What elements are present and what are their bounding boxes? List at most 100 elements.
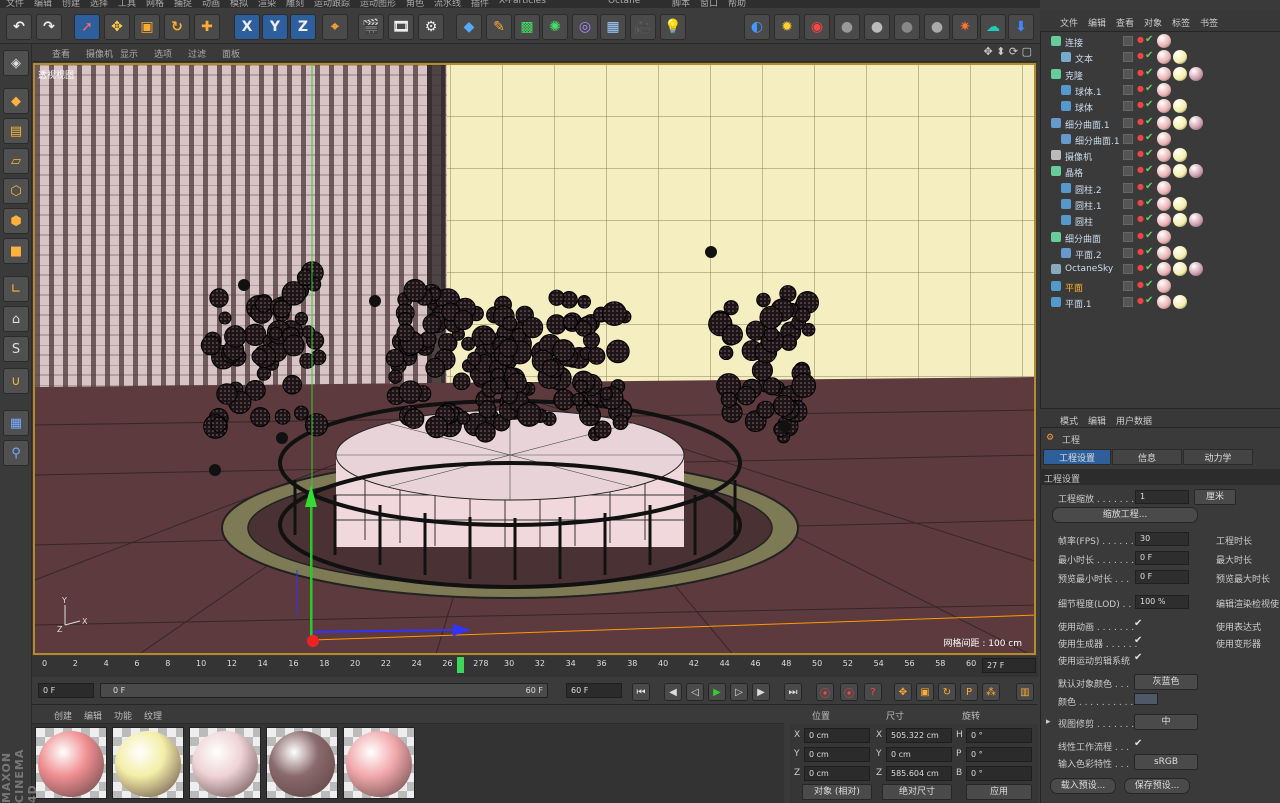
menu-item[interactable]: 雕刻 <box>286 0 304 8</box>
coordinate-mode-select[interactable]: 对象 (相对) <box>802 784 872 800</box>
object-row[interactable]: 圆柱.2 ● ✔ <box>1041 180 1280 197</box>
material-tag[interactable] <box>1173 66 1187 81</box>
editor-render-dots[interactable]: ● <box>1137 68 1144 77</box>
octane-glossy-icon[interactable]: ● <box>864 14 890 40</box>
render-settings-icon[interactable]: ⚙ <box>418 14 444 40</box>
timeline-playhead[interactable] <box>457 657 464 673</box>
material-tag[interactable] <box>1173 245 1187 260</box>
visibility-toggle[interactable] <box>1123 166 1133 177</box>
model-mode-icon[interactable]: ◆ <box>3 88 29 114</box>
visibility-toggle[interactable] <box>1123 247 1133 258</box>
attribute-menu-item[interactable]: 用户数据 <box>1116 414 1152 427</box>
visibility-toggle[interactable] <box>1123 117 1133 128</box>
editor-render-dots[interactable]: ● <box>1137 231 1144 240</box>
x-axis-button[interactable]: X <box>234 14 260 40</box>
material-tag[interactable] <box>1157 82 1171 97</box>
object-row[interactable]: 细分曲面.1 ● ✔ <box>1041 131 1280 148</box>
visibility-toggle[interactable] <box>1123 52 1133 63</box>
material-tag[interactable] <box>1157 278 1171 293</box>
material-tag[interactable] <box>1157 213 1171 228</box>
use-motion-system-checkbox[interactable]: ✔ <box>1134 652 1142 663</box>
enabled-check-icon[interactable]: ✔ <box>1145 181 1153 192</box>
visibility-toggle[interactable] <box>1123 199 1133 209</box>
enabled-check-icon[interactable]: ✔ <box>1145 279 1153 290</box>
menu-item[interactable]: 模拟 <box>230 0 248 8</box>
editor-render-dots[interactable]: ● <box>1137 247 1144 256</box>
floor-icon[interactable]: ▦ <box>600 14 626 40</box>
material-tag[interactable] <box>1157 148 1171 163</box>
menu-item[interactable]: 帮助 <box>728 0 746 8</box>
workplane-icon[interactable]: ▱ <box>3 148 29 174</box>
magnet-icon[interactable]: ∪ <box>3 368 29 394</box>
axis-mode-icon[interactable]: ∟ <box>3 276 29 302</box>
size-mode-select[interactable]: 绝对尺寸 <box>882 784 952 800</box>
render-picture-viewer-icon[interactable]: 🎞 <box>388 14 414 40</box>
menu-item[interactable]: 创建 <box>62 0 80 8</box>
use-generators-checkbox[interactable]: ✔ <box>1134 635 1142 646</box>
polygons-mode-icon[interactable]: ■ <box>3 238 29 264</box>
current-frame-field[interactable]: 27 F <box>982 658 1036 673</box>
object-menu-item[interactable]: 书签 <box>1200 16 1218 29</box>
editor-render-dots[interactable]: ● <box>1137 84 1144 93</box>
rotation-field[interactable]: 0 ° <box>966 766 1032 781</box>
size-field[interactable]: 585.604 cm <box>886 766 952 781</box>
visibility-toggle[interactable] <box>1123 231 1133 242</box>
subdivision-icon[interactable]: ▩ <box>514 14 540 40</box>
material-tag[interactable] <box>1157 34 1171 48</box>
material-menu-item[interactable]: 功能 <box>114 709 132 722</box>
viewport-menu-item[interactable]: 摄像机 <box>86 47 113 60</box>
autokey-icon[interactable]: ⦿ <box>840 683 858 701</box>
use-animation-checkbox[interactable]: ✔ <box>1134 618 1142 629</box>
material-tag[interactable] <box>1157 131 1171 146</box>
material-tag[interactable] <box>1189 66 1203 81</box>
editor-render-dots[interactable]: ● <box>1137 263 1144 272</box>
visibility-toggle[interactable] <box>1123 215 1133 226</box>
editor-render-dots[interactable]: ● <box>1137 117 1144 126</box>
material-tag[interactable] <box>1157 245 1171 260</box>
material-tag[interactable] <box>1173 294 1187 309</box>
material-tag[interactable] <box>1157 99 1171 114</box>
view-clipping-select[interactable]: 中 <box>1134 714 1198 730</box>
material-tag[interactable] <box>1157 197 1171 211</box>
timeline-ruler[interactable]: 27 F 0 2 4 6 8 10 12 14 16 18 20 22 24 26 278 30 32 34 36 3… <box>32 656 1038 677</box>
material-swatch[interactable] <box>112 727 184 799</box>
material-tag[interactable] <box>1173 148 1187 163</box>
key-pla-icon[interactable]: ⁂ <box>982 683 1000 701</box>
lod-input[interactable]: 100 % <box>1135 595 1189 609</box>
input-color-profile-select[interactable]: sRGB <box>1134 754 1198 770</box>
default-color-select[interactable]: 灰蓝色 <box>1134 674 1198 690</box>
octane-light-icon[interactable]: ✷ <box>952 14 978 40</box>
editor-render-dots[interactable]: ● <box>1137 214 1144 223</box>
save-preset-button[interactable]: 保存预设... <box>1124 778 1190 794</box>
visibility-toggle[interactable] <box>1123 36 1133 46</box>
scale-tool-icon[interactable]: ▣ <box>134 14 160 40</box>
menu-item[interactable]: 文件 <box>6 0 24 8</box>
redo-icon[interactable]: ↷ <box>36 14 62 40</box>
enabled-check-icon[interactable]: ✔ <box>1145 197 1153 208</box>
octane-specular-icon[interactable]: ● <box>894 14 920 40</box>
octane-settings-icon[interactable]: ✹ <box>774 14 800 40</box>
object-row[interactable]: 平面.2 ● ✔ <box>1041 245 1280 262</box>
size-field[interactable]: 0 cm <box>886 747 952 762</box>
y-axis-button[interactable]: Y <box>262 14 288 40</box>
attribute-menu-item[interactable]: 模式 <box>1060 414 1078 427</box>
previous-frame-icon[interactable]: ◁ <box>686 683 704 701</box>
editor-render-dots[interactable]: ● <box>1137 296 1144 305</box>
material-swatch[interactable] <box>189 727 261 799</box>
preview-min-input[interactable]: 0 F <box>1135 570 1189 584</box>
array-icon[interactable]: ✺ <box>542 14 568 40</box>
object-menu-item[interactable]: 编辑 <box>1088 16 1106 29</box>
enabled-check-icon[interactable]: ✔ <box>1145 246 1153 257</box>
pen-icon[interactable]: ✎ <box>486 14 512 40</box>
tab-info[interactable]: 信息 <box>1112 449 1182 465</box>
key-position-icon[interactable]: ✥ <box>894 683 912 701</box>
menu-item[interactable]: X-Particles <box>499 0 546 6</box>
enabled-check-icon[interactable]: ✔ <box>1145 83 1153 94</box>
object-row[interactable]: 克隆 ● ✔ <box>1041 66 1280 83</box>
material-swatch[interactable] <box>266 727 338 799</box>
render-view-icon[interactable]: 🎬 <box>358 14 384 40</box>
cube-icon[interactable]: ◆ <box>456 14 482 40</box>
octane-hdri-icon[interactable]: ☁ <box>980 14 1006 40</box>
object-row[interactable]: 圆柱 ● ✔ <box>1041 213 1280 229</box>
material-tag[interactable] <box>1173 197 1187 211</box>
